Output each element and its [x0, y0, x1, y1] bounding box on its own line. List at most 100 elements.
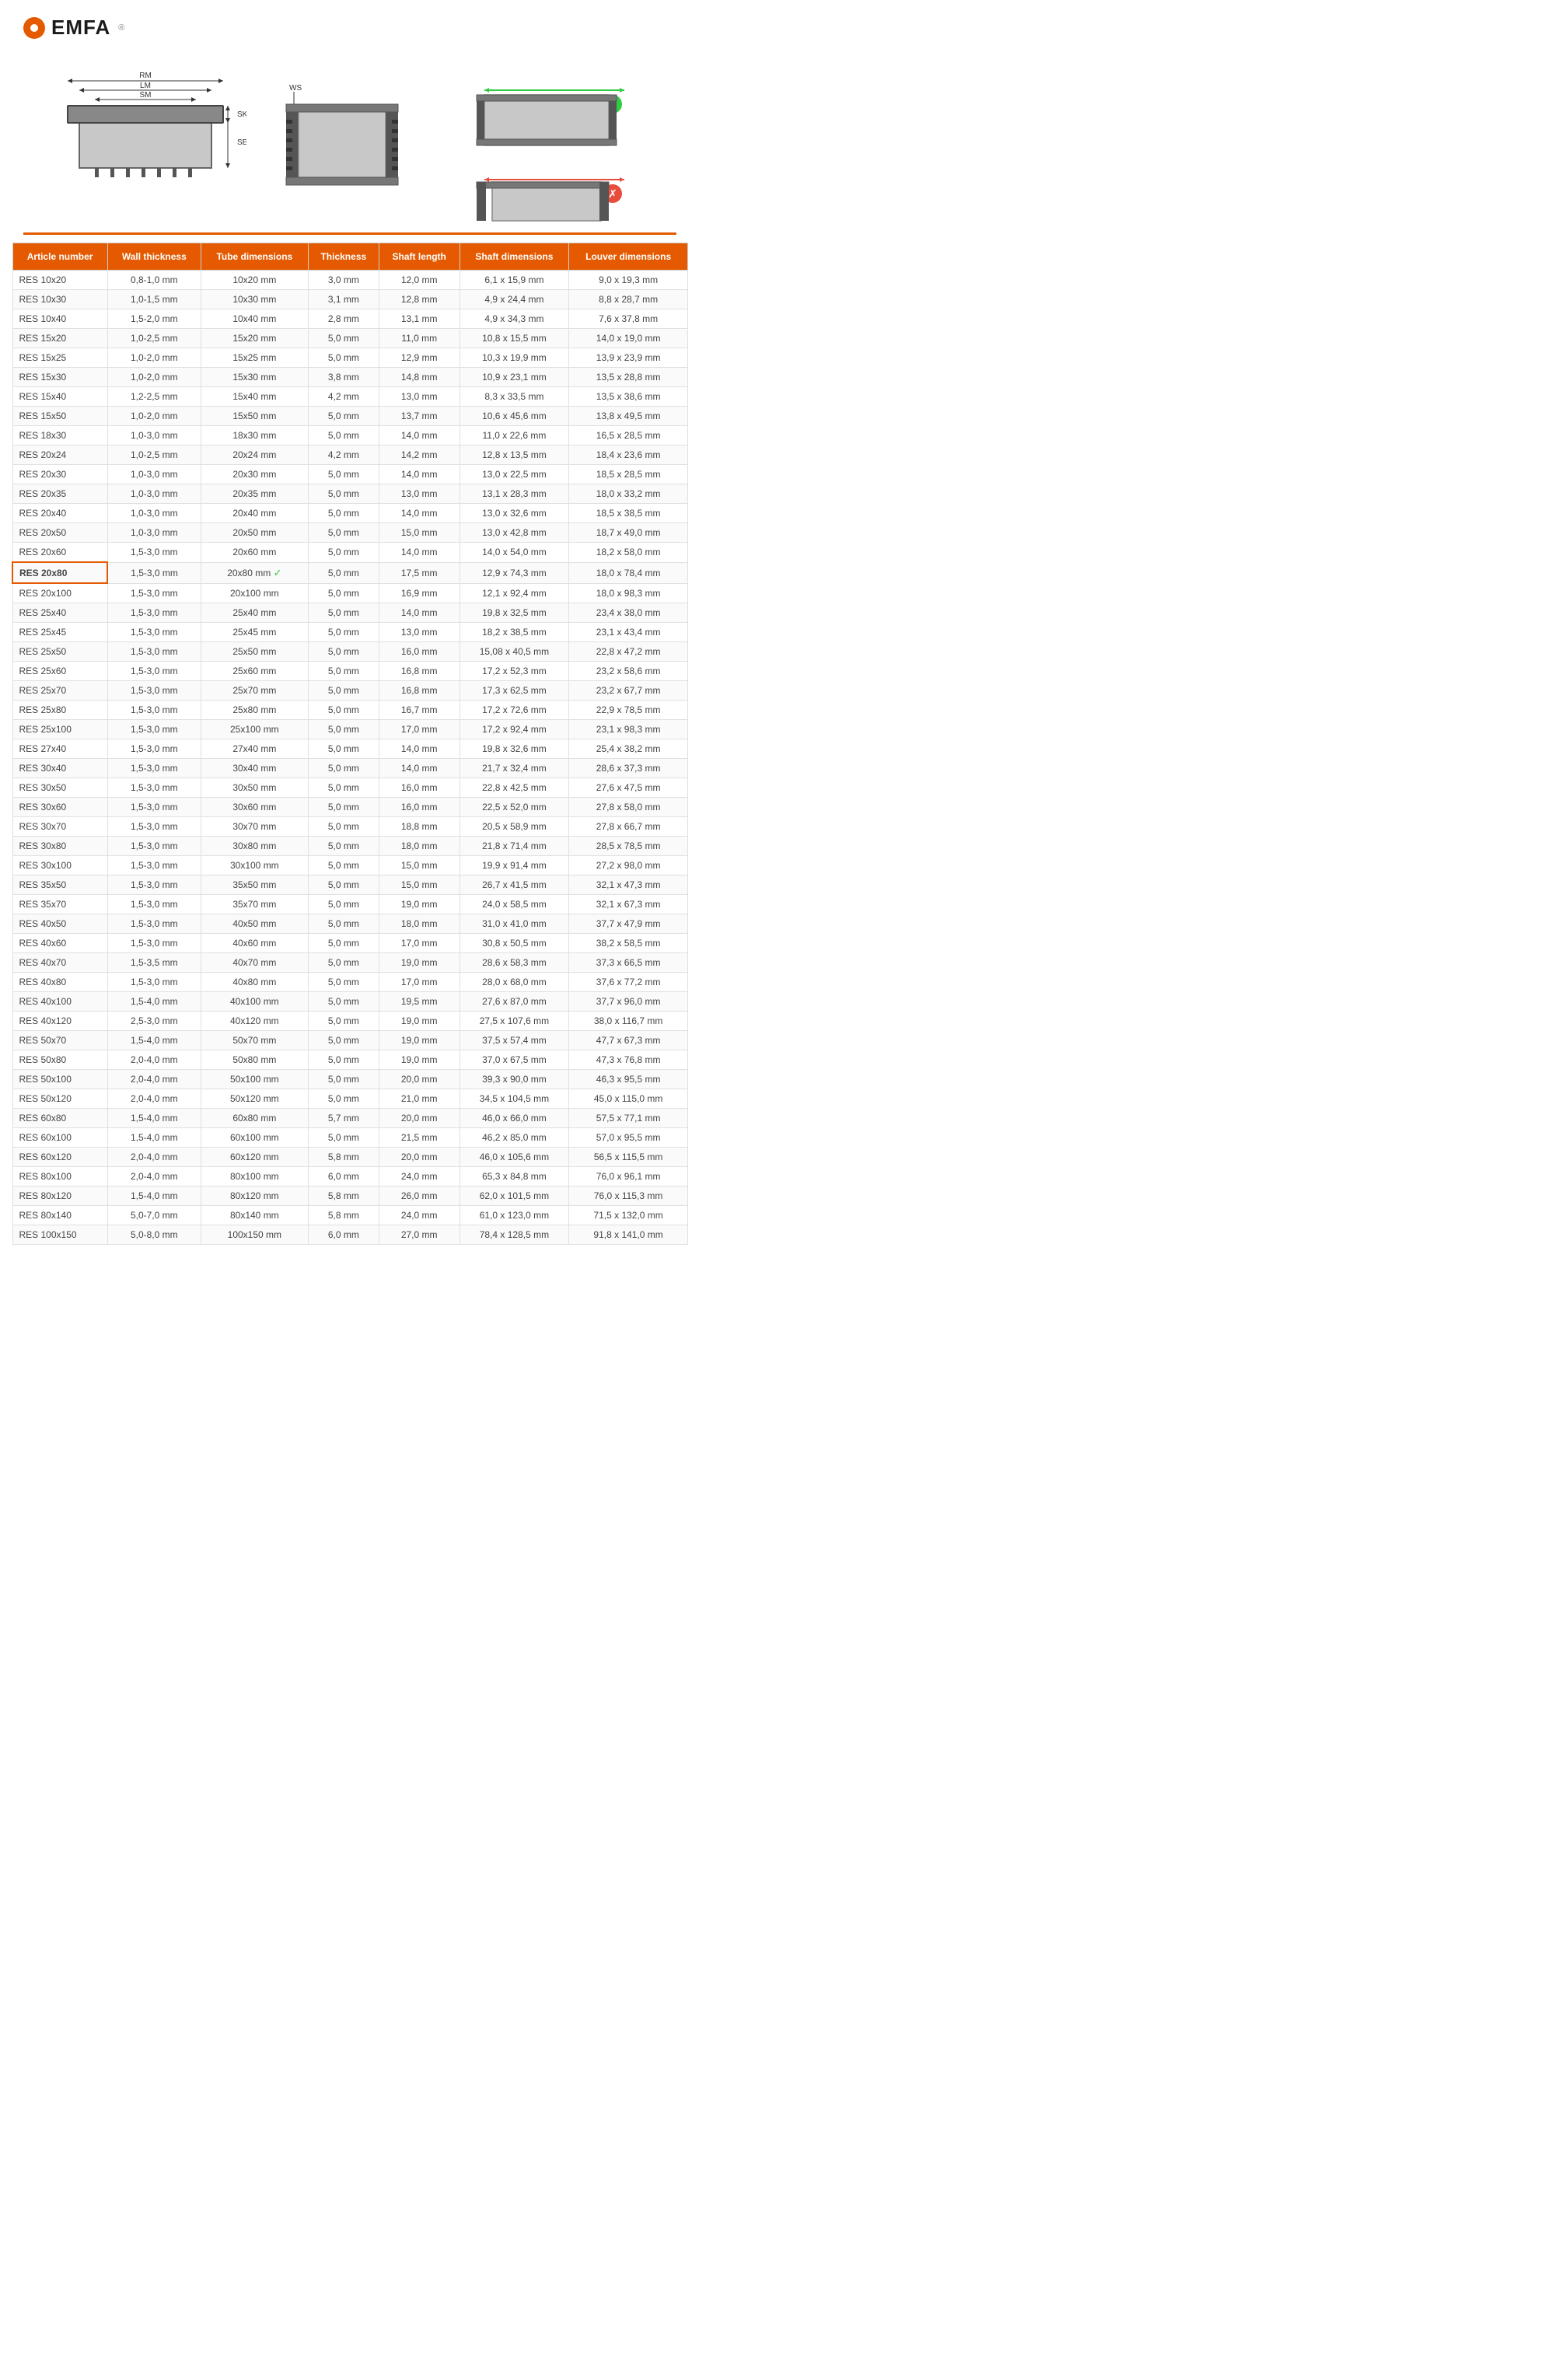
cell-2: 40x80 mm: [201, 973, 308, 992]
cell-2: 60x100 mm: [201, 1128, 308, 1148]
cell-2: 10x20 mm: [201, 271, 308, 290]
cell-6: 18,2 x 58,0 mm: [569, 543, 688, 563]
cell-4: 19,0 mm: [379, 1031, 460, 1050]
cell-2: 25x50 mm: [201, 642, 308, 662]
cell-6: 23,4 x 38,0 mm: [569, 603, 688, 623]
cell-1: 1,5-3,0 mm: [107, 662, 201, 681]
cell-1: 1,0-2,0 mm: [107, 368, 201, 387]
cell-6: 22,8 x 47,2 mm: [569, 642, 688, 662]
cell-6: 47,7 x 67,3 mm: [569, 1031, 688, 1050]
cell-3: 5,0 mm: [308, 720, 379, 739]
table-row: RES 18x301,0-3,0 mm18x30 mm5,0 mm14,0 mm…: [12, 426, 688, 446]
table-row: RES 30x701,5-3,0 mm30x70 mm5,0 mm18,8 mm…: [12, 817, 688, 837]
cell-3: 5,0 mm: [308, 914, 379, 934]
cell-3: 5,0 mm: [308, 329, 379, 348]
cell-3: 5,0 mm: [308, 662, 379, 681]
cell-0: RES 80x120: [12, 1187, 107, 1206]
cell-2: 15x25 mm: [201, 348, 308, 368]
cell-4: 16,0 mm: [379, 778, 460, 798]
cell-2: 15x50 mm: [201, 407, 308, 426]
cell-0: RES 50x120: [12, 1089, 107, 1109]
cell-4: 14,0 mm: [379, 465, 460, 484]
table-row: RES 20x351,0-3,0 mm20x35 mm5,0 mm13,0 mm…: [12, 484, 688, 504]
cell-1: 1,0-3,0 mm: [107, 504, 201, 523]
cell-1: 1,5-3,0 mm: [107, 914, 201, 934]
cell-0: RES 40x100: [12, 992, 107, 1012]
header-row: Article number Wall thickness Tube dimen…: [12, 243, 688, 271]
cell-6: 47,3 x 76,8 mm: [569, 1050, 688, 1070]
cell-0: RES 15x30: [12, 368, 107, 387]
cell-5: 65,3 x 84,8 mm: [460, 1167, 569, 1187]
cell-0: RES 40x80: [12, 973, 107, 992]
cell-0: RES 20x80: [12, 562, 107, 583]
cell-4: 12,8 mm: [379, 290, 460, 309]
table-row: RES 60x1202,0-4,0 mm60x120 mm5,8 mm20,0 …: [12, 1148, 688, 1167]
cell-6: 37,3 x 66,5 mm: [569, 953, 688, 973]
cell-2: 20x80 mm ✓: [201, 562, 308, 583]
cell-3: 5,0 mm: [308, 484, 379, 504]
cell-2: 40x100 mm: [201, 992, 308, 1012]
table-row: RES 80x1201,5-4,0 mm80x120 mm5,8 mm26,0 …: [12, 1187, 688, 1206]
cell-4: 16,9 mm: [379, 583, 460, 603]
cell-2: 15x30 mm: [201, 368, 308, 387]
cell-4: 17,0 mm: [379, 934, 460, 953]
cell-4: 13,0 mm: [379, 484, 460, 504]
cell-6: 71,5 x 132,0 mm: [569, 1206, 688, 1225]
table-row: RES 30x801,5-3,0 mm30x80 mm5,0 mm18,0 mm…: [12, 837, 688, 856]
table-row: RES 30x401,5-3,0 mm30x40 mm5,0 mm14,0 mm…: [12, 759, 688, 778]
cell-1: 1,5-4,0 mm: [107, 1109, 201, 1128]
cell-2: 20x30 mm: [201, 465, 308, 484]
logo-icon: [23, 17, 45, 39]
cell-2: 40x70 mm: [201, 953, 308, 973]
col-louver: Louver dimensions: [569, 243, 688, 271]
cell-0: RES 15x40: [12, 387, 107, 407]
cell-4: 14,8 mm: [379, 368, 460, 387]
cell-1: 1,0-3,0 mm: [107, 426, 201, 446]
cell-3: 3,1 mm: [308, 290, 379, 309]
cell-2: 50x80 mm: [201, 1050, 308, 1070]
cell-6: 18,5 x 28,5 mm: [569, 465, 688, 484]
cell-1: 1,5-3,0 mm: [107, 934, 201, 953]
cell-6: 18,0 x 78,4 mm: [569, 562, 688, 583]
cell-0: RES 20x60: [12, 543, 107, 563]
cell-0: RES 20x35: [12, 484, 107, 504]
cell-1: 1,5-4,0 mm: [107, 1031, 201, 1050]
cell-5: 6,1 x 15,9 mm: [460, 271, 569, 290]
table-row: RES 40x1001,5-4,0 mm40x100 mm5,0 mm19,5 …: [12, 992, 688, 1012]
cell-1: 1,0-1,5 mm: [107, 290, 201, 309]
cell-6: 7,6 x 37,8 mm: [569, 309, 688, 329]
cell-6: 14,0 x 19,0 mm: [569, 329, 688, 348]
cell-0: RES 25x80: [12, 701, 107, 720]
table-row: RES 15x501,0-2,0 mm15x50 mm5,0 mm13,7 mm…: [12, 407, 688, 426]
cell-6: 18,0 x 98,3 mm: [569, 583, 688, 603]
cell-5: 31,0 x 41,0 mm: [460, 914, 569, 934]
cell-2: 20x100 mm: [201, 583, 308, 603]
diagram-3: ✓ ✗: [453, 67, 657, 225]
cell-0: RES 30x80: [12, 837, 107, 856]
cell-1: 1,5-3,0 mm: [107, 817, 201, 837]
cell-5: 17,2 x 52,3 mm: [460, 662, 569, 681]
cell-4: 13,7 mm: [379, 407, 460, 426]
cell-2: 25x100 mm: [201, 720, 308, 739]
cell-2: 27x40 mm: [201, 739, 308, 759]
table-row: RES 30x1001,5-3,0 mm30x100 mm5,0 mm15,0 …: [12, 856, 688, 875]
cell-6: 27,8 x 66,7 mm: [569, 817, 688, 837]
cell-5: 4,9 x 24,4 mm: [460, 290, 569, 309]
cell-3: 5,0 mm: [308, 681, 379, 701]
cell-5: 46,0 x 105,6 mm: [460, 1148, 569, 1167]
cell-1: 1,5-3,0 mm: [107, 642, 201, 662]
cell-5: 46,0 x 66,0 mm: [460, 1109, 569, 1128]
cell-4: 19,5 mm: [379, 992, 460, 1012]
cell-1: 1,5-3,0 mm: [107, 798, 201, 817]
cell-6: 91,8 x 141,0 mm: [569, 1225, 688, 1245]
diagram-1-svg: RM LM SM: [44, 67, 246, 222]
cell-0: RES 100x150: [12, 1225, 107, 1245]
cell-5: 22,5 x 52,0 mm: [460, 798, 569, 817]
cell-4: 18,8 mm: [379, 817, 460, 837]
cell-5: 21,8 x 71,4 mm: [460, 837, 569, 856]
cell-3: 5,0 mm: [308, 1012, 379, 1031]
cell-4: 17,0 mm: [379, 720, 460, 739]
cell-5: 26,7 x 41,5 mm: [460, 875, 569, 895]
cell-5: 27,6 x 87,0 mm: [460, 992, 569, 1012]
data-table: Article number Wall thickness Tube dimen…: [12, 243, 688, 1245]
